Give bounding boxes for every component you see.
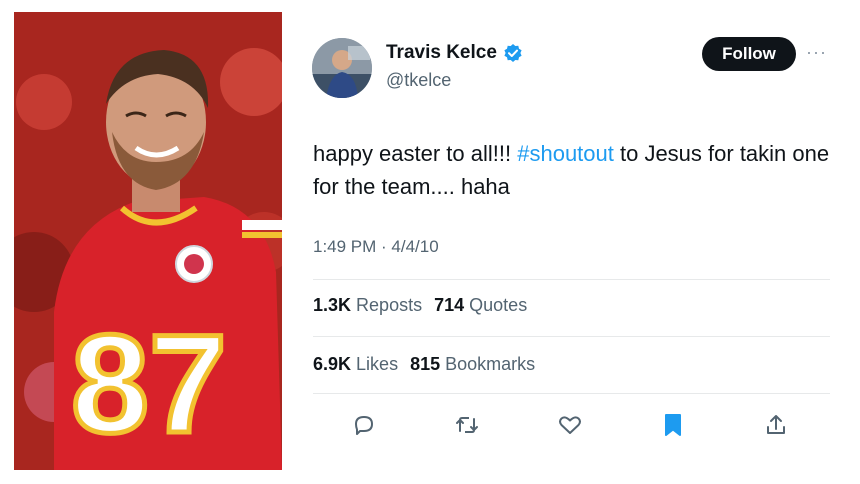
avatar-image [312,38,372,98]
share-icon[interactable] [759,408,793,442]
tweet-timestamp[interactable]: 1:49 PM · 4/4/10 [313,237,439,257]
more-options-icon[interactable]: ··· [806,42,827,63]
hashtag-link[interactable]: #shoutout [517,141,614,166]
reply-icon[interactable] [347,408,381,442]
divider [313,393,830,394]
divider [313,279,830,280]
author-name-row: Travis Kelce [386,42,523,64]
jersey-number: 87 [71,305,227,462]
likes-count: 6.9K [313,354,352,374]
action-bar [313,408,813,444]
player-photo-illustration: 87 [14,12,282,470]
likes-label: Likes [356,354,399,374]
quotes-label: Quotes [469,295,528,315]
quotes-stat[interactable]: 714 Quotes [434,295,527,316]
author-name[interactable]: Travis Kelce [386,42,497,64]
repost-icon[interactable] [450,408,484,442]
follow-button[interactable]: Follow [702,37,796,71]
verified-badge-icon [503,43,523,63]
stats-row-reposts: 1.3K Reposts 714 Quotes [313,295,527,316]
likes-stat[interactable]: 6.9K Likes [313,354,398,375]
author-handle[interactable]: @tkelce [386,70,451,91]
tweet-text: happy easter to all!!! #shoutout to Jesu… [313,137,833,203]
bookmarks-label: Bookmarks [445,354,536,374]
divider [313,336,830,337]
reposts-stat[interactable]: 1.3K Reposts [313,295,422,316]
reposts-label: Reposts [356,295,423,315]
quotes-count: 714 [434,295,465,315]
bookmarks-stat[interactable]: 815 Bookmarks [410,354,535,375]
reposts-count: 1.3K [313,295,352,315]
stats-row-likes: 6.9K Likes 815 Bookmarks [313,354,535,375]
bookmarks-count: 815 [410,354,441,374]
avatar[interactable] [312,38,372,98]
like-icon[interactable] [553,408,587,442]
bookmark-icon[interactable] [656,408,690,442]
player-photo: 87 [14,12,282,470]
tweet-text-before: happy easter to all!!! [313,141,518,166]
